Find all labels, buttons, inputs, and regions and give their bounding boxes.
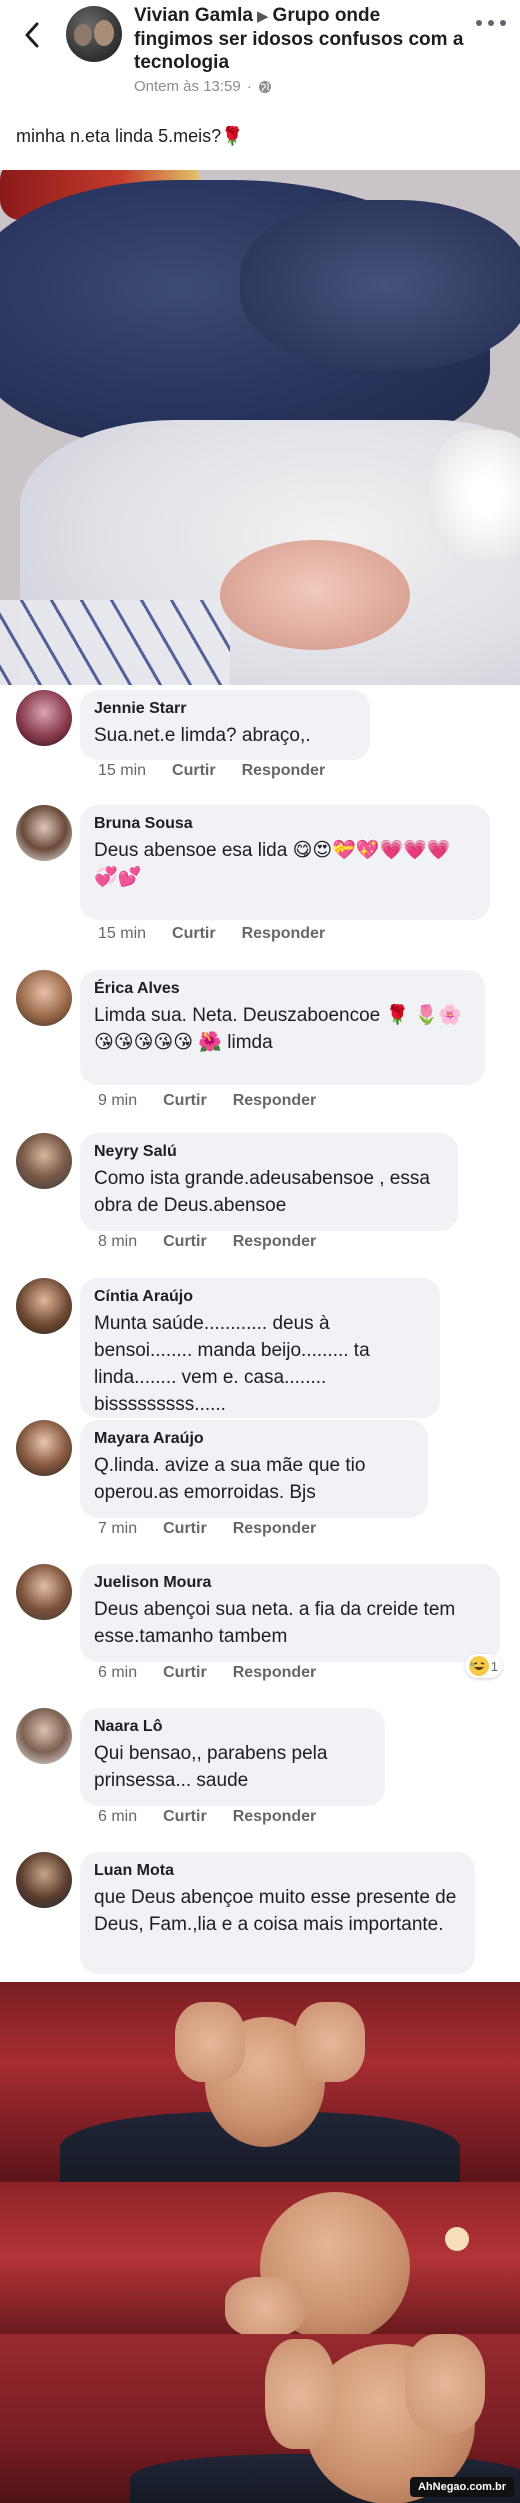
reaction-meme-panel bbox=[0, 1982, 520, 2182]
author-avatar[interactable] bbox=[66, 6, 122, 62]
reply-button[interactable]: Responder bbox=[233, 1092, 317, 1110]
commenter-avatar[interactable] bbox=[16, 1278, 72, 1334]
commenter-name[interactable]: Juelison Moura bbox=[94, 1572, 486, 1594]
like-button[interactable]: Curtir bbox=[172, 925, 216, 943]
reaction-meme-panel: AhNegao.com.br bbox=[0, 2334, 520, 2503]
commenter-avatar[interactable] bbox=[16, 690, 72, 746]
laughing-emoji-icon bbox=[468, 1656, 489, 1676]
back-arrow-icon[interactable] bbox=[18, 18, 46, 52]
commenter-name[interactable]: Luan Mota bbox=[94, 1860, 461, 1882]
comment-actions: 6 min Curtir Responder bbox=[98, 1808, 316, 1826]
comment-actions: 15 min Curtir Responder bbox=[98, 925, 325, 943]
comment-time: 6 min bbox=[98, 1808, 138, 1825]
reply-button[interactable]: Responder bbox=[233, 1520, 317, 1538]
reaction-meme-panel bbox=[0, 2182, 520, 2334]
comment-text: Qui bensao,, parabens pela prinsessa... … bbox=[94, 1743, 328, 1791]
comment-text: Como ista grande.adeusabensoe , essa obr… bbox=[94, 1168, 430, 1216]
like-button[interactable]: Curtir bbox=[163, 1520, 207, 1538]
commenter-avatar[interactable] bbox=[16, 1420, 72, 1476]
commenter-name[interactable]: Mayara Araújo bbox=[94, 1428, 414, 1450]
reply-button[interactable]: Responder bbox=[233, 1664, 317, 1682]
author-name[interactable]: Vivian Gamla bbox=[134, 5, 253, 26]
comment-bubble: Mayara Araújo Q.linda. avize a sua mãe q… bbox=[80, 1420, 428, 1518]
comment-time: 6 min bbox=[98, 1664, 138, 1681]
comment-text: que Deus abençoe muito esse presente de … bbox=[94, 1887, 457, 1935]
comment-time: 8 min bbox=[98, 1233, 138, 1250]
reaction-count-badge[interactable]: 1 bbox=[464, 1654, 502, 1678]
post-photo[interactable] bbox=[0, 170, 520, 685]
comment-text: Sua.net.e limda? abraço,. bbox=[94, 725, 311, 746]
comment-bubble: Cíntia Araújo Munta saúde............ de… bbox=[80, 1278, 440, 1418]
commenter-name[interactable]: Jennie Starr bbox=[94, 698, 356, 720]
reply-button[interactable]: Responder bbox=[242, 762, 326, 780]
like-button[interactable]: Curtir bbox=[163, 1233, 207, 1251]
comment-bubble: Bruna Sousa Deus abensoe esa lida 😋😍💝💖💗💗… bbox=[80, 805, 490, 920]
watermark-label: AhNegao.com.br bbox=[409, 2477, 514, 2497]
comment-actions: 15 min Curtir Responder bbox=[98, 762, 325, 780]
commenter-name[interactable]: Érica Alves bbox=[94, 978, 471, 1000]
post-title: Vivian Gamla ▶ Grupo onde fingimos ser ido… bbox=[134, 4, 464, 74]
comment-bubble: Naara Lô Qui bensao,, parabens pela prin… bbox=[80, 1708, 385, 1806]
like-button[interactable]: Curtir bbox=[163, 1092, 207, 1110]
comment-bubble: Juelison Moura Deus abençoi sua neta. a … bbox=[80, 1564, 500, 1662]
comment-actions: 8 min Curtir Responder bbox=[98, 1233, 316, 1251]
commenter-name[interactable]: Bruna Sousa bbox=[94, 813, 476, 835]
comment-text: Q.linda. avize a sua mãe que tio operou.… bbox=[94, 1455, 366, 1503]
comment-time: 7 min bbox=[98, 1520, 138, 1537]
like-button[interactable]: Curtir bbox=[163, 1664, 207, 1682]
post-timestamp[interactable]: Ontem às 13:59 bbox=[134, 78, 241, 95]
caret-right-icon: ▶ bbox=[257, 8, 269, 25]
comment-time: 9 min bbox=[98, 1092, 138, 1109]
comment-bubble: Luan Mota que Deus abençoe muito esse pr… bbox=[80, 1852, 475, 1974]
meta-separator: · bbox=[246, 78, 252, 95]
globe-icon bbox=[258, 80, 272, 94]
commenter-avatar[interactable] bbox=[16, 970, 72, 1026]
commenter-name[interactable]: Naara Lô bbox=[94, 1716, 371, 1738]
post-header: Vivian Gamla ▶ Grupo onde fingimos ser ido… bbox=[0, 0, 520, 110]
comment-time: 15 min bbox=[98, 925, 147, 942]
commenter-avatar[interactable] bbox=[16, 805, 72, 861]
commenter-avatar[interactable] bbox=[16, 1852, 72, 1908]
reply-button[interactable]: Responder bbox=[242, 925, 326, 943]
comment-text: Munta saúde............ deus à bensoi...… bbox=[94, 1313, 370, 1415]
comment-text: Deus abençoi sua neta. a fia da creide t… bbox=[94, 1599, 456, 1647]
post-caption: minha n.eta linda 5.meis?🌹 bbox=[16, 126, 244, 146]
reply-button[interactable]: Responder bbox=[233, 1233, 317, 1251]
comment-bubble: Jennie Starr Sua.net.e limda? abraço,. bbox=[80, 690, 370, 760]
comment-time: 15 min bbox=[98, 762, 147, 779]
more-options-icon[interactable] bbox=[476, 20, 506, 36]
commenter-name[interactable]: Cíntia Araújo bbox=[94, 1286, 426, 1308]
comment-text: Limda sua. Neta. Deuszaboencoe 🌹 🌷🌸😘😘😘😘😘… bbox=[94, 1005, 462, 1053]
commenter-name[interactable]: Neyry Salú bbox=[94, 1141, 444, 1163]
commenter-avatar[interactable] bbox=[16, 1133, 72, 1189]
comment-bubble: Neyry Salú Como ista grande.adeusabensoe… bbox=[80, 1133, 458, 1231]
commenter-avatar[interactable] bbox=[16, 1708, 72, 1764]
commenter-avatar[interactable] bbox=[16, 1564, 72, 1620]
comment-bubble: Érica Alves Limda sua. Neta. Deuszaboenc… bbox=[80, 970, 485, 1085]
comment-actions: 6 min Curtir Responder bbox=[98, 1664, 316, 1682]
reply-button[interactable]: Responder bbox=[233, 1808, 317, 1826]
comment-text: Deus abensoe esa lida 😋😍💝💖💗💗💗💞💕 bbox=[94, 840, 451, 888]
like-button[interactable]: Curtir bbox=[163, 1808, 207, 1826]
comment-actions: 7 min Curtir Responder bbox=[98, 1520, 316, 1538]
like-button[interactable]: Curtir bbox=[172, 762, 216, 780]
post-meta: Ontem às 13:59 · bbox=[134, 78, 272, 95]
comment-actions: 9 min Curtir Responder bbox=[98, 1092, 316, 1110]
reaction-count: 1 bbox=[490, 1658, 498, 1674]
